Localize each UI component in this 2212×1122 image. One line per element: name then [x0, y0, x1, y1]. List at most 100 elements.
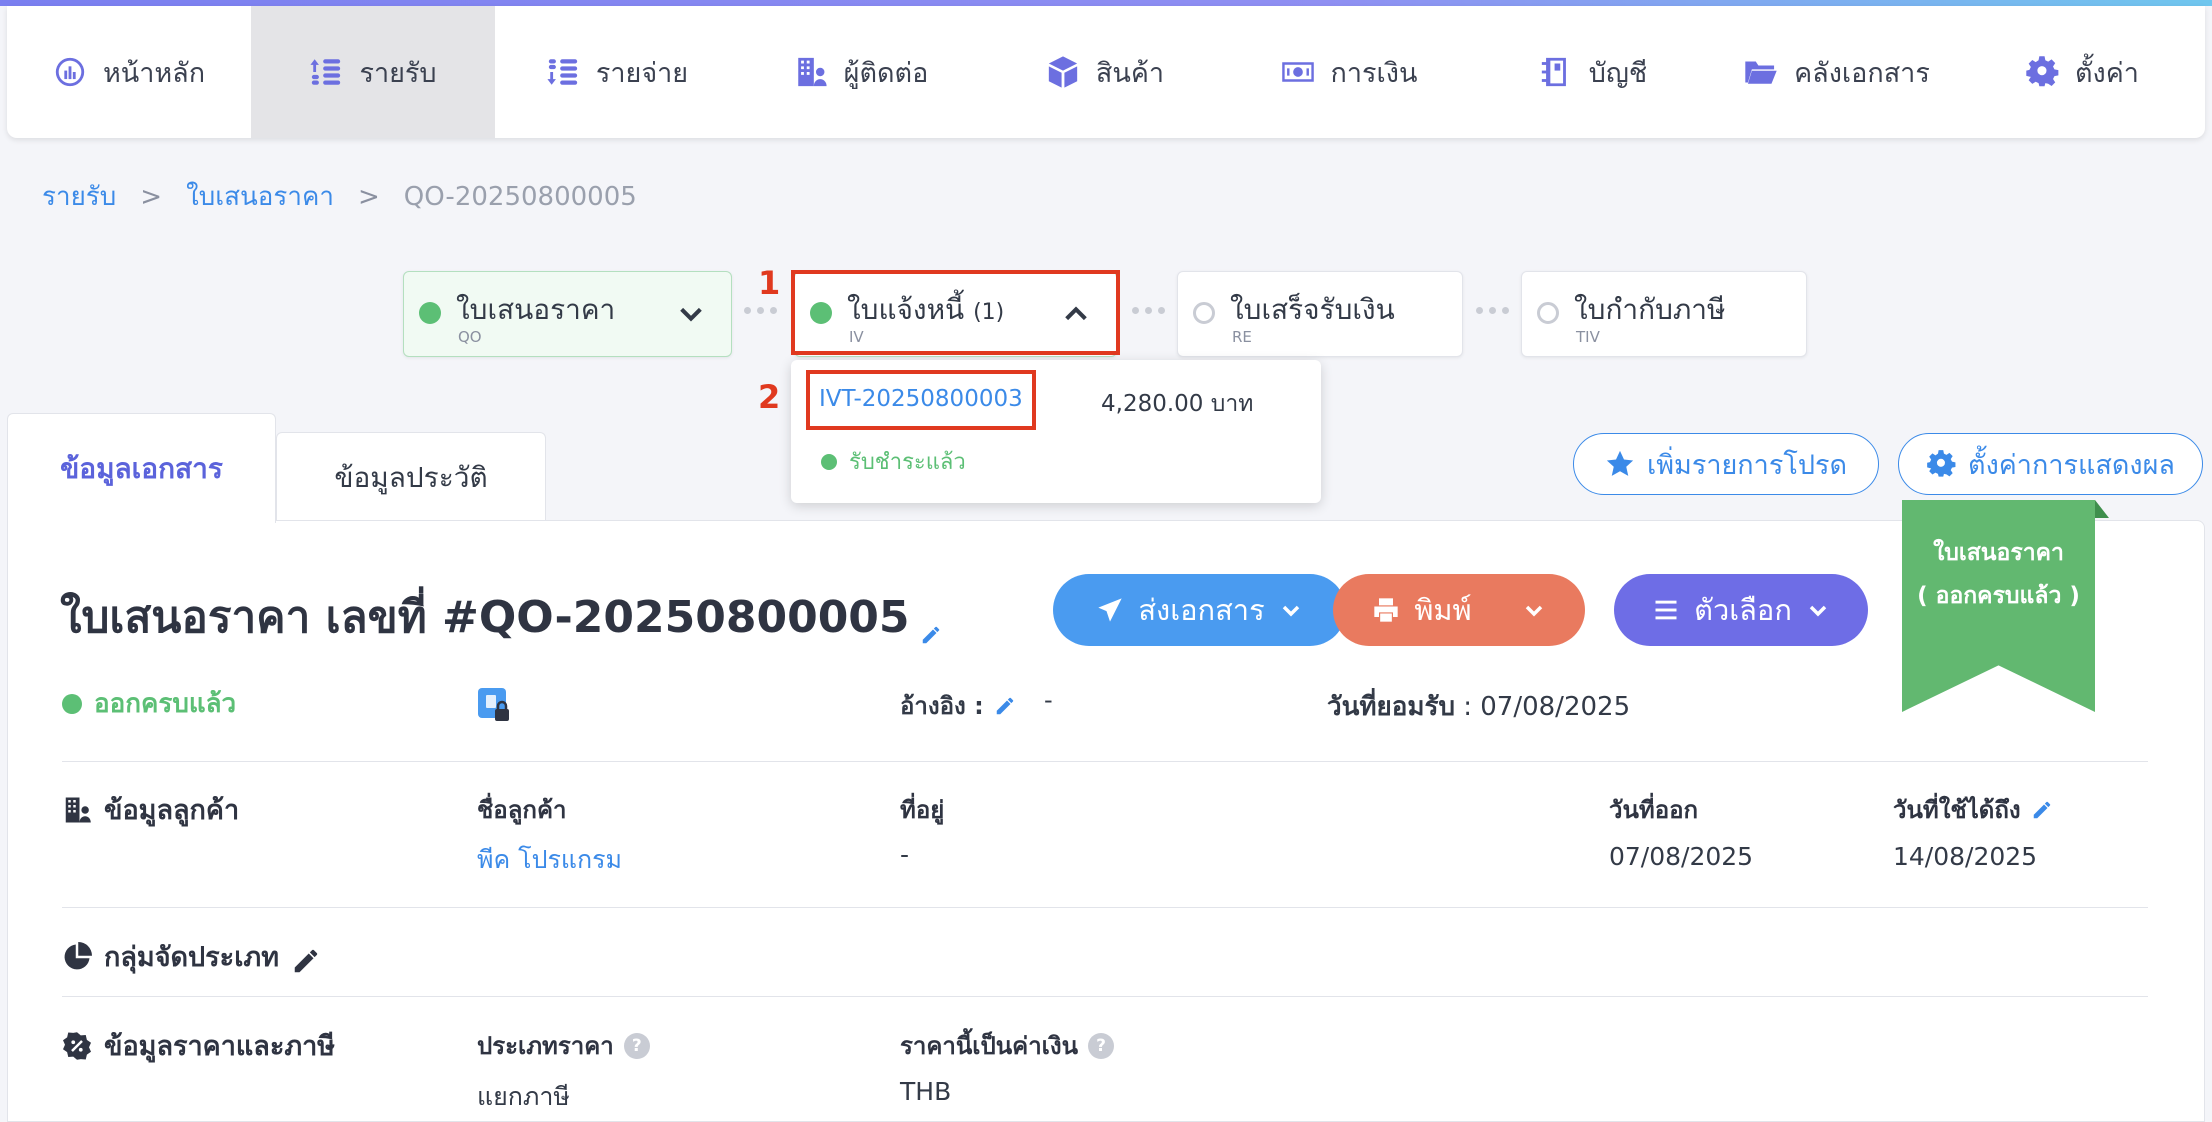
invoice-status-label: รับชำระแล้ว	[849, 450, 966, 475]
add-favorite-label: เพิ่มรายการโปรด	[1647, 449, 1847, 481]
nav-item-documents[interactable]: คลังเอกสาร	[1715, 6, 1959, 138]
step-title-text: ใบแจ้งหนี้	[847, 293, 965, 326]
step-title: ใบกำกับภาษี	[1574, 293, 1726, 326]
gear-icon	[2026, 56, 2059, 87]
document-title: ใบเสนอราคา เลขที่ #QO-20250800005	[60, 592, 910, 643]
edit-pencil-icon[interactable]	[2031, 799, 2053, 821]
invoice-dropdown: IVT-20250800003 4,280.00 บาท รับชำระแล้ว	[791, 360, 1321, 503]
section-category-title: กลุ่มจัดประเภท	[104, 942, 280, 973]
print-label: พิมพ์	[1414, 593, 1472, 627]
main-nav: หน้าหลัก รายรับ รายจ่าย ผู้ติดต่อ สินค้า…	[7, 6, 2205, 138]
nav-item-contacts[interactable]: ผู้ติดต่อ	[739, 6, 983, 138]
nav-item-products[interactable]: สินค้า	[983, 6, 1227, 138]
section-customer: ข้อมูลลูกค้า	[62, 788, 239, 831]
invoice-link[interactable]: IVT-20250800003	[819, 386, 1023, 412]
workflow-step-receipt[interactable]: ใบเสร็จรับเงิน RE	[1177, 271, 1463, 357]
send-label: ส่งเอกสาร	[1138, 593, 1265, 627]
folder-icon	[1745, 61, 1777, 84]
nav-label: การเงิน	[1330, 57, 1418, 89]
reference-label: อ้างอิง :	[900, 686, 1016, 725]
printer-icon	[1374, 598, 1398, 622]
add-favorite-button[interactable]: เพิ่มรายการโปรด	[1573, 433, 1879, 495]
product-box-icon	[1048, 56, 1078, 88]
chevron-down-icon[interactable]	[677, 300, 705, 328]
step-title: ใบเสร็จรับเงิน	[1230, 293, 1395, 326]
section-pricing-title: ข้อมูลราคาและภาษี	[104, 1031, 336, 1062]
section-category: กลุ่มจัดประเภท	[62, 935, 318, 978]
gear-icon	[1927, 450, 1956, 477]
currency-value: THB	[900, 1077, 952, 1106]
nav-label: บัญชี	[1588, 57, 1648, 89]
price-type-label: ประเภทราคา ?	[477, 1026, 650, 1065]
chevron-down-icon	[1809, 605, 1827, 617]
display-settings-label: ตั้งค่าการแสดงผล	[1968, 449, 2175, 481]
invoice-status: รับชำระแล้ว	[821, 444, 966, 479]
print-button[interactable]: พิมพ์	[1333, 574, 1585, 646]
help-icon[interactable]: ?	[1088, 1032, 1115, 1059]
status-dot	[1193, 302, 1215, 324]
tab-history[interactable]: ข้อมูลประวัติ	[276, 432, 546, 522]
edit-pencil-icon[interactable]	[994, 695, 1016, 717]
contacts-icon	[65, 797, 91, 822]
ribbon-fold	[2095, 500, 2109, 518]
workflow-step-tax-invoice[interactable]: ใบกำกับภาษี TIV	[1521, 271, 1807, 357]
display-settings-button[interactable]: ตั้งค่าการแสดงผล	[1898, 433, 2203, 495]
step-connector	[744, 307, 777, 314]
status-dot	[1537, 302, 1559, 324]
breadcrumb-separator: >	[140, 181, 163, 212]
nav-item-accounting[interactable]: บัญชี	[1471, 6, 1715, 138]
step-code: RE	[1232, 328, 1252, 346]
nav-label: สินค้า	[1095, 57, 1165, 89]
send-document-button[interactable]: ส่งเอกสาร	[1053, 574, 1346, 646]
breadcrumb-income[interactable]: รายรับ	[42, 176, 116, 217]
annotation-marker-2: 2	[758, 378, 781, 416]
workflow-step-quotation[interactable]: ใบเสนอราคา QO	[403, 271, 732, 357]
currency-label: ราคานี้เป็นค่าเงิน ?	[900, 1026, 1115, 1065]
locked-document-icon[interactable]	[477, 687, 513, 723]
breadcrumb-separator: >	[357, 181, 380, 212]
nav-item-finance[interactable]: การเงิน	[1227, 6, 1471, 138]
step-connector	[1132, 307, 1165, 314]
divider	[62, 907, 2148, 908]
customer-name-label: ชื่อลูกค้า	[477, 796, 567, 824]
document-status-label: ออกครบแล้ว	[94, 689, 237, 719]
ledger-book-icon	[1541, 57, 1566, 87]
edit-pencil-icon[interactable]	[920, 606, 942, 644]
nav-label: หน้าหลัก	[102, 57, 206, 89]
chevron-up-icon[interactable]	[1062, 300, 1090, 328]
section-customer-title: ข้อมูลลูกค้า	[104, 795, 240, 826]
help-icon[interactable]: ?	[623, 1032, 650, 1059]
divider	[62, 761, 2148, 762]
step-code: QO	[458, 328, 482, 346]
options-label: ตัวเลือก	[1694, 593, 1792, 627]
reference-value: -	[1044, 686, 1053, 714]
nav-item-income[interactable]: รายรับ	[251, 6, 495, 138]
nav-label: ตั้งค่า	[2075, 57, 2139, 89]
contacts-icon	[797, 57, 827, 87]
price-type-label-text: ประเภทราคา	[477, 1032, 614, 1060]
step-code: TIV	[1576, 328, 1600, 346]
invoice-amount: 4,280.00 บาท	[1101, 391, 1254, 417]
nav-label: คลังเอกสาร	[1794, 57, 1930, 89]
accepted-date: วันที่ยอมรับ : 07/08/2025	[1327, 686, 1630, 727]
options-button[interactable]: ตัวเลือก	[1614, 574, 1868, 646]
tab-document-info[interactable]: ข้อมูลเอกสาร	[7, 413, 276, 523]
nav-item-expense[interactable]: รายจ่าย	[495, 6, 739, 138]
income-icon	[310, 59, 341, 85]
reference-label-text: อ้างอิง :	[900, 692, 984, 720]
nav-item-home[interactable]: หน้าหลัก	[7, 6, 251, 138]
step-code: IV	[849, 328, 864, 346]
nav-item-settings[interactable]: ตั้งค่า	[1959, 6, 2205, 138]
price-type-value: แยกภาษี	[477, 1082, 570, 1111]
chevron-down-icon	[1525, 605, 1542, 617]
discount-badge-icon	[63, 1031, 91, 1060]
step-count: (1)	[973, 300, 1005, 325]
customer-name-link[interactable]: พีค โปรแกรม	[477, 840, 622, 880]
workflow-step-invoice[interactable]: ใบแจ้งหนี้ (1) IV	[794, 271, 1117, 357]
step-title: ใบเสนอราคา	[456, 293, 616, 326]
address-label: ที่อยู่	[900, 796, 945, 824]
dashboard-icon	[55, 57, 85, 87]
breadcrumb-quotation[interactable]: ใบเสนอราคา	[186, 176, 334, 217]
edit-pencil-icon[interactable]	[291, 946, 318, 972]
paper-plane-icon	[1098, 598, 1123, 622]
